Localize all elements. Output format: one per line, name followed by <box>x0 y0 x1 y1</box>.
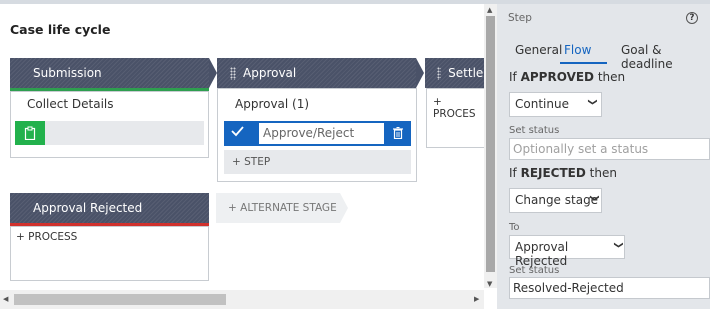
stage-label: Settlem <box>448 66 484 80</box>
stage-label: Approval <box>243 66 297 80</box>
to-label: To <box>509 222 520 233</box>
vertical-scroll-thumb[interactable] <box>486 16 495 272</box>
target-stage-select[interactable]: Approval Rejected ❯ <box>509 235 625 268</box>
stage-submission[interactable]: Submission <box>10 58 217 88</box>
stage-settlement[interactable]: Settlem <box>425 58 484 88</box>
scroll-down-arrow-icon[interactable]: ▼ <box>487 280 492 288</box>
trash-icon <box>393 127 403 139</box>
scroll-left-arrow-icon[interactable]: ◀ <box>3 295 8 303</box>
clipboard-icon <box>24 126 36 140</box>
step-collect-details[interactable]: Collect Details <box>27 97 114 111</box>
tab-general[interactable]: General <box>515 43 562 57</box>
drag-handle-icon[interactable] <box>230 66 236 80</box>
approved-action-select[interactable]: Continue ❯ <box>509 92 602 117</box>
add-process-button[interactable]: + PROCES <box>433 96 484 120</box>
add-process-button[interactable]: + PROCESS <box>16 231 77 243</box>
step-type-badge <box>15 121 45 145</box>
set-status-label: Set status <box>509 125 560 136</box>
stage-label: Submission <box>33 66 102 80</box>
panel-title: Step <box>508 12 532 24</box>
approved-heading: If APPROVED then <box>509 70 626 84</box>
add-alternate-stage-button[interactable]: + ALTERNATE STAGE <box>216 193 340 223</box>
active-tab-indicator <box>560 62 607 64</box>
scroll-right-arrow-icon[interactable]: ▶ <box>474 295 479 303</box>
tab-goal-deadline[interactable]: Goal & deadline <box>621 43 710 71</box>
rejected-heading: If REJECTED then <box>509 166 617 180</box>
process-approval[interactable]: Approval (1) <box>235 97 309 111</box>
stage-approval-rejected[interactable]: Approval Rejected <box>10 193 209 223</box>
tab-flow[interactable]: Flow <box>564 43 591 57</box>
step-name-input[interactable]: Approve/Reject <box>258 122 385 145</box>
stage-approval[interactable]: Approval <box>217 58 424 88</box>
scroll-up-arrow-icon[interactable]: ▲ <box>487 6 492 14</box>
chevron-down-icon: ❯ <box>586 98 597 106</box>
add-step-button[interactable]: + STEP <box>224 150 411 174</box>
page-title: Case life cycle <box>10 22 111 37</box>
case-lifecycle-canvas: Case life cycle Submission Approval Sett… <box>0 4 484 288</box>
chevron-down-icon: ❯ <box>612 241 623 249</box>
delete-step-button[interactable] <box>388 122 408 144</box>
check-icon <box>231 125 244 140</box>
rejected-action-select[interactable]: Change stage ❯ <box>509 188 602 213</box>
horizontal-scroll-thumb[interactable] <box>14 294 226 305</box>
chevron-down-icon: ❯ <box>588 194 599 202</box>
set-status-label: Set status <box>509 265 560 276</box>
approved-status-input[interactable]: Optionally set a status <box>509 138 710 160</box>
stage-label: Approval Rejected <box>33 201 143 215</box>
rejected-status-input[interactable]: Resolved-Rejected <box>509 277 710 299</box>
help-icon[interactable]: ? <box>686 12 698 24</box>
drag-handle-icon[interactable] <box>437 66 442 80</box>
